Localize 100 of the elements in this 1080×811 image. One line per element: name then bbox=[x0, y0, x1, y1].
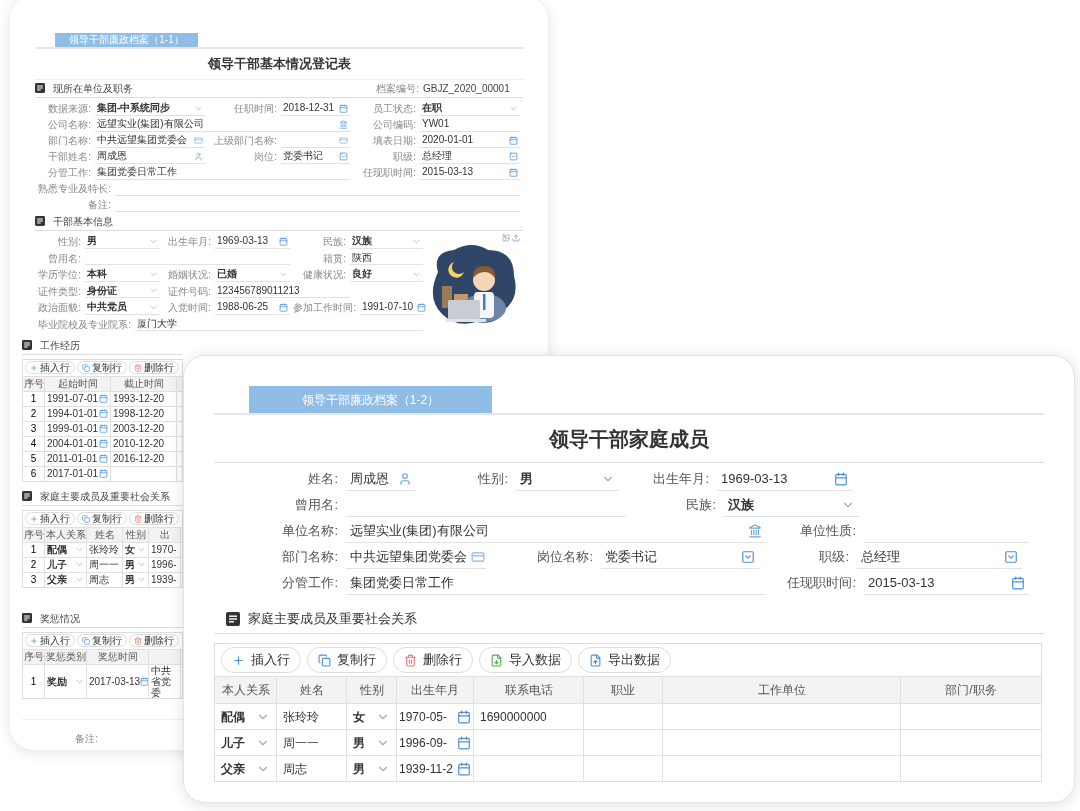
section-title: 干部基本信息 bbox=[53, 214, 113, 229]
toolbar-button[interactable]: 插入行 bbox=[25, 361, 75, 374]
input-field[interactable]: 1969-03-13 bbox=[717, 467, 852, 491]
table-cell: 2016-12-20 bbox=[113, 453, 165, 464]
table-cell-text: 1690000000 bbox=[480, 708, 547, 726]
select-field[interactable]: 配偶 bbox=[221, 707, 270, 726]
toolbar-button[interactable]: 导入数据 bbox=[479, 647, 572, 673]
calendar-icon bbox=[509, 135, 518, 145]
select-field[interactable]: 父亲 bbox=[47, 574, 84, 585]
date-field[interactable]: 1994-01-01 bbox=[47, 408, 108, 419]
select-field[interactable]: 奖励 bbox=[47, 675, 84, 687]
toolbar-button[interactable]: 导出数据 bbox=[578, 647, 671, 673]
table-cell: 1993-12-20 bbox=[113, 393, 165, 404]
field-label: 公司编码: bbox=[372, 118, 417, 132]
toolbar-button[interactable]: 复制行 bbox=[307, 647, 387, 673]
input-field[interactable]: 党委书记 bbox=[601, 545, 759, 569]
input-field[interactable]: 总经理 bbox=[420, 149, 520, 164]
copy-icon bbox=[82, 363, 90, 372]
select-field[interactable]: 男 bbox=[353, 759, 390, 778]
chevron-square-icon bbox=[741, 549, 755, 564]
input-field[interactable]: 远望实业(集团)有限公司 bbox=[95, 117, 350, 132]
input-field[interactable]: 2020-01-01 bbox=[420, 133, 520, 148]
select-field[interactable]: 身份证 bbox=[85, 284, 160, 299]
date-field[interactable]: 1939-11-2 bbox=[399, 759, 471, 778]
toolbar-button[interactable]: 插入行 bbox=[25, 512, 75, 525]
field-label: 曾用名: bbox=[294, 496, 339, 515]
select-field[interactable]: 男 bbox=[125, 559, 146, 570]
select-field[interactable]: 女 bbox=[353, 707, 390, 726]
input-field[interactable]: 总经理 bbox=[857, 545, 1022, 569]
input-field[interactable]: 集团党委日常工作 bbox=[346, 571, 766, 595]
calendar-icon bbox=[509, 167, 518, 177]
image-icon[interactable] bbox=[502, 233, 510, 242]
input-field[interactable]: 中共远望集团党委会 bbox=[346, 545, 486, 569]
input-field[interactable]: 集团党委日常工作 bbox=[95, 165, 350, 180]
input-field[interactable]: 123456789011213 bbox=[215, 284, 350, 299]
date-field[interactable]: 2004-01-01 bbox=[47, 438, 108, 449]
input-field[interactable]: 中共远望集团党委会 bbox=[95, 133, 205, 148]
input-field[interactable]: 1969-03-13 bbox=[215, 234, 290, 249]
select-field[interactable]: 父亲 bbox=[221, 759, 270, 778]
row-number: 3 bbox=[30, 423, 37, 434]
select-field[interactable]: 集团-中系统同步 bbox=[95, 101, 205, 116]
date-field[interactable]: 1991-07-01 bbox=[47, 393, 108, 404]
select-field[interactable]: 男 bbox=[353, 733, 390, 752]
date-field[interactable]: 2017-03-13 bbox=[89, 675, 146, 687]
input-field[interactable]: 2015-03-13 bbox=[864, 571, 1029, 595]
toolbar-button[interactable]: 插入行 bbox=[25, 634, 75, 647]
input-field[interactable]: 陕西 bbox=[350, 251, 423, 266]
select-field[interactable]: 男 bbox=[125, 574, 146, 585]
field-label: 曾用名: bbox=[47, 251, 82, 266]
select-field[interactable]: 配偶 bbox=[47, 544, 84, 555]
input-field[interactable]: 远望实业(集团)有限公司 bbox=[346, 519, 766, 543]
input-field[interactable]: 厦门大学 bbox=[135, 317, 423, 332]
upload-icon[interactable] bbox=[512, 233, 520, 242]
select-field[interactable]: 良好 bbox=[350, 267, 423, 282]
calendar-icon bbox=[279, 302, 288, 312]
archive-number: GBJZ_2020_00001 bbox=[423, 81, 511, 96]
select-field[interactable]: 中共党员 bbox=[85, 300, 160, 315]
input-field[interactable]: 周成恩 bbox=[346, 467, 416, 491]
select-field[interactable]: 汉族 bbox=[350, 234, 423, 249]
toolbar-button[interactable]: 删除行 bbox=[393, 647, 473, 673]
input-field[interactable]: 1988-06-25 bbox=[215, 300, 290, 315]
date-field[interactable]: 1999-01-01 bbox=[47, 423, 108, 434]
input-field[interactable]: 2018-12-31 bbox=[281, 101, 350, 116]
input-field[interactable]: 1991-07-10 bbox=[360, 300, 423, 315]
select-field[interactable]: 在职 bbox=[420, 101, 520, 116]
list-icon bbox=[22, 613, 32, 623]
file-export-icon bbox=[589, 653, 602, 667]
toolbar-button[interactable]: 复制行 bbox=[77, 361, 127, 374]
select-field[interactable]: 儿子 bbox=[221, 733, 270, 752]
field-label: 政治面貌: bbox=[37, 301, 82, 316]
select-field[interactable]: 汉族 bbox=[724, 493, 859, 517]
field-label: 出生年月: bbox=[652, 470, 710, 489]
select-field[interactable]: 本科 bbox=[85, 267, 160, 282]
date-field[interactable]: 2011-01-01 bbox=[47, 453, 108, 464]
toolbar-button[interactable]: 删除行 bbox=[129, 361, 179, 374]
select-field[interactable]: 已婚 bbox=[215, 267, 290, 282]
input-field[interactable]: 2015-03-13 bbox=[420, 165, 520, 180]
field-label: 健康状况: bbox=[302, 268, 347, 283]
select-field[interactable]: 男 bbox=[516, 467, 619, 491]
select-field[interactable]: 男 bbox=[85, 234, 160, 249]
toolbar-button[interactable]: 插入行 bbox=[221, 647, 301, 673]
toolbar-button[interactable]: 删除行 bbox=[129, 512, 179, 525]
calendar-icon bbox=[99, 439, 108, 448]
input-field[interactable]: 周成恩 bbox=[95, 149, 205, 164]
date-field[interactable]: 2017-01-01 bbox=[47, 468, 108, 479]
select-field[interactable]: 女 bbox=[125, 544, 146, 555]
table-cell: 1998-12-20 bbox=[113, 408, 165, 419]
input-field[interactable]: 党委书记 bbox=[281, 149, 350, 164]
toolbar-button[interactable]: 复制行 bbox=[77, 634, 127, 647]
select-field[interactable]: 儿子 bbox=[47, 559, 84, 570]
toolbar-button[interactable]: 删除行 bbox=[129, 634, 179, 647]
column-header: 起始时间 bbox=[57, 378, 98, 389]
date-field[interactable]: 1970-05- bbox=[399, 707, 471, 726]
section-title: 工作经历 bbox=[40, 338, 80, 353]
trash-icon bbox=[134, 514, 142, 523]
input-field[interactable]: YW01 bbox=[420, 117, 520, 132]
list-icon bbox=[226, 611, 240, 626]
toolbar-button[interactable]: 复制行 bbox=[77, 512, 127, 525]
table-cell-text: 中共省党委 bbox=[151, 664, 172, 698]
date-field[interactable]: 1996-09- bbox=[399, 733, 471, 752]
